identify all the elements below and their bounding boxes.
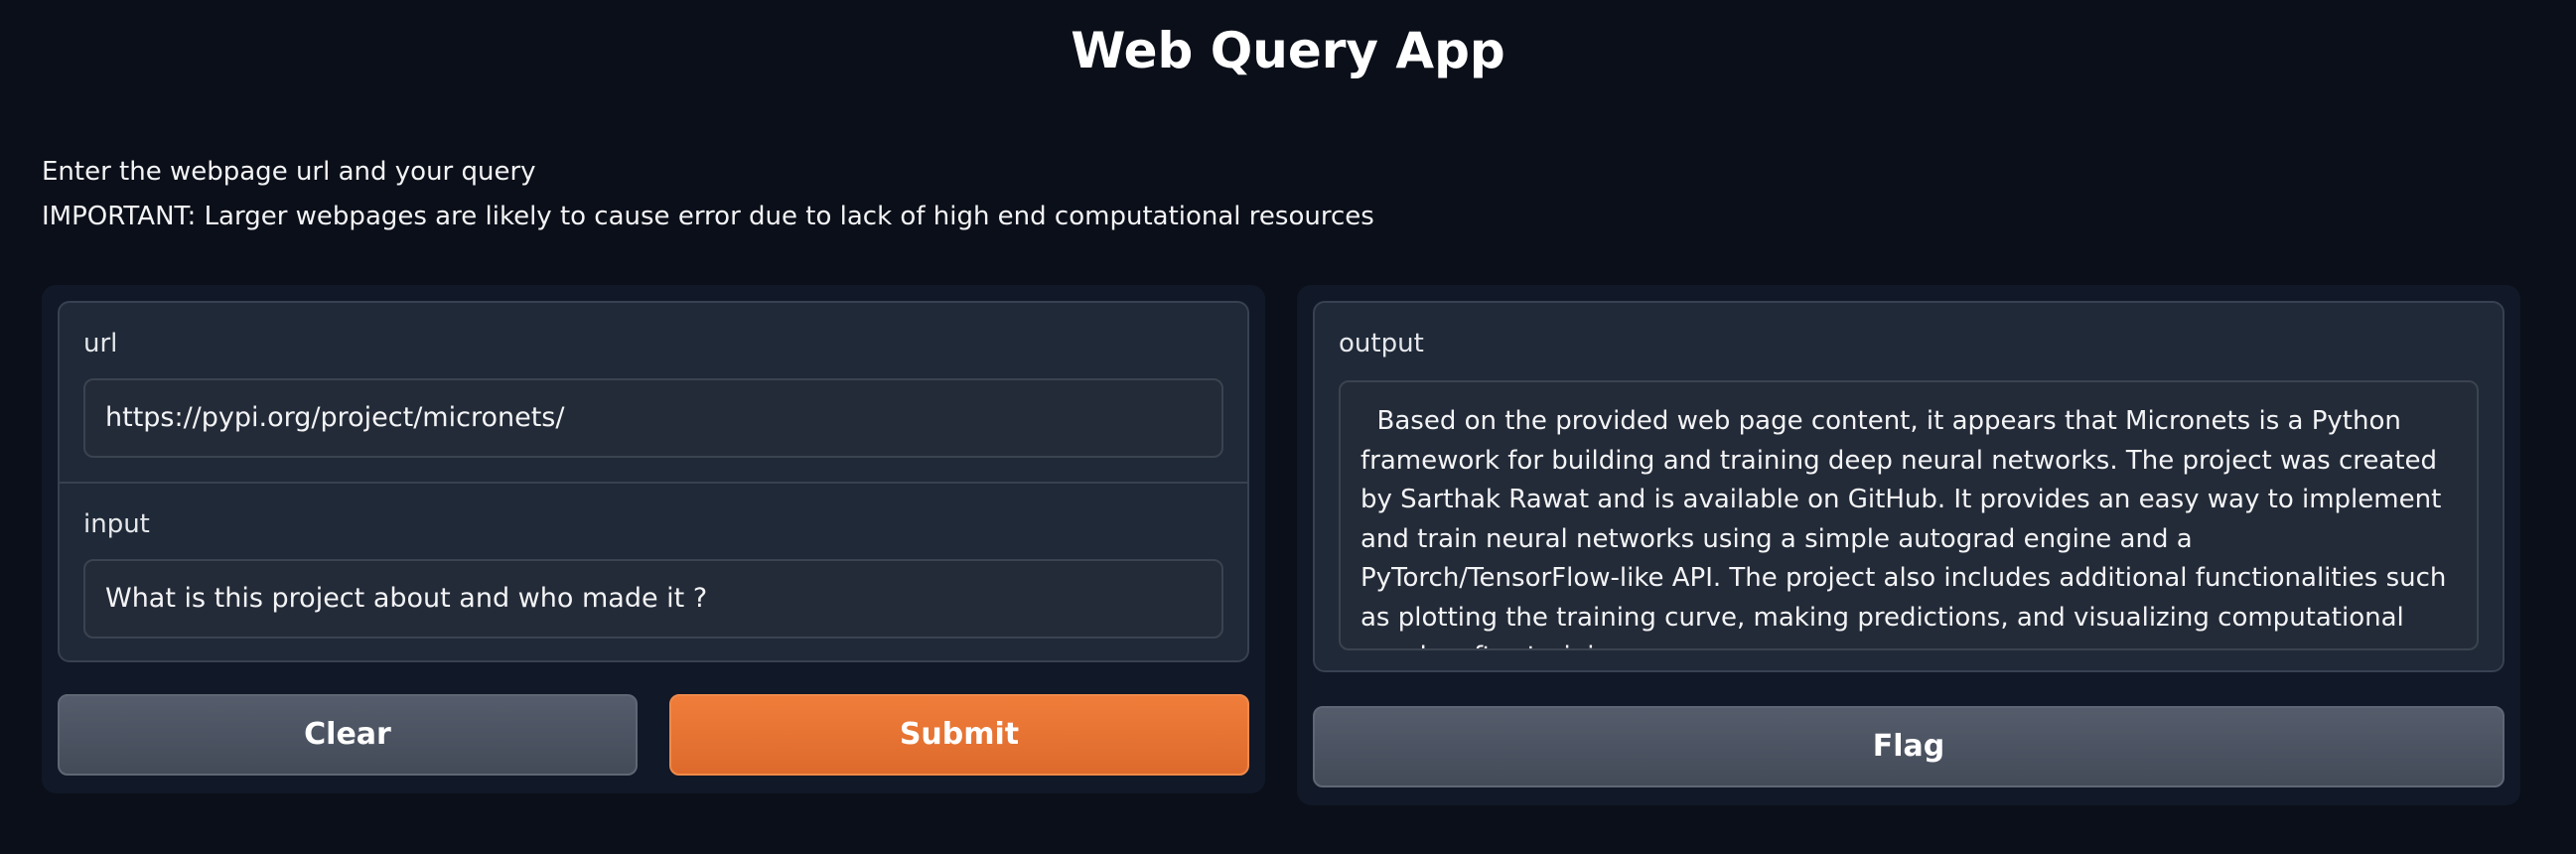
description-instructions: Enter the webpage url and your query bbox=[42, 157, 536, 187]
query-label: input bbox=[83, 509, 150, 539]
output-group: output Based on the provided web page co… bbox=[1313, 301, 2504, 672]
url-label: url bbox=[83, 329, 118, 358]
submit-button[interactable]: Submit bbox=[669, 694, 1249, 776]
output-label: output bbox=[1339, 329, 1424, 358]
clear-button[interactable]: Clear bbox=[58, 694, 638, 776]
flag-button[interactable]: Flag bbox=[1313, 706, 2504, 787]
output-panel: output Based on the provided web page co… bbox=[1297, 285, 2520, 805]
url-input[interactable]: https://pypi.org/project/micronets/ bbox=[83, 378, 1223, 458]
input-panel: url https://pypi.org/project/micronets/ … bbox=[42, 285, 1265, 793]
field-divider bbox=[60, 482, 1247, 484]
output-textbox[interactable]: Based on the provided web page content, … bbox=[1339, 380, 2479, 650]
query-input[interactable]: What is this project about and who made … bbox=[83, 559, 1223, 639]
input-fields-group: url https://pypi.org/project/micronets/ … bbox=[58, 301, 1249, 662]
description-warning: IMPORTANT: Larger webpages are likely to… bbox=[42, 202, 1374, 231]
app-title: Web Query App bbox=[1071, 22, 1505, 79]
